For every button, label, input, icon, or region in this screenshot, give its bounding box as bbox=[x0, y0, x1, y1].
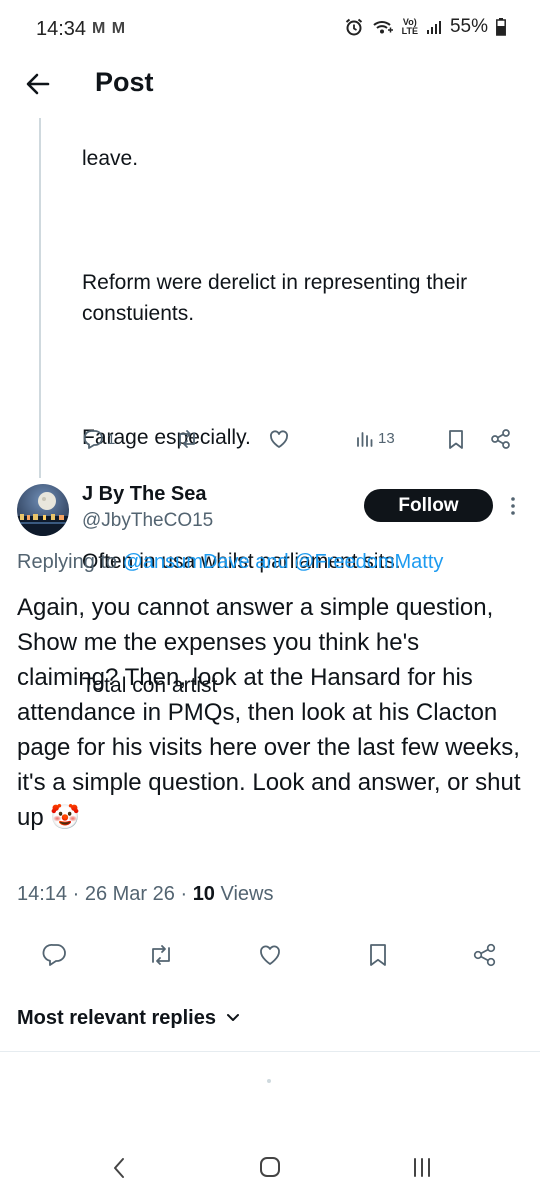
views-count: 13 bbox=[378, 429, 395, 447]
tweet-time: 14:14 bbox=[17, 883, 68, 905]
views-button[interactable]: 13 bbox=[355, 428, 395, 448]
replying-to-line: Replying to @ansumDave and @FreedomMatty bbox=[17, 551, 443, 574]
bookmark-icon bbox=[367, 942, 389, 968]
bookmark-button[interactable] bbox=[446, 428, 466, 450]
repost-button[interactable] bbox=[147, 942, 175, 968]
analytics-icon bbox=[355, 428, 375, 448]
share-button[interactable] bbox=[490, 428, 512, 450]
reply-button[interactable]: 1 bbox=[82, 428, 115, 450]
share-button[interactable] bbox=[472, 942, 498, 968]
bookmark-icon bbox=[446, 428, 466, 450]
follow-button[interactable]: Follow bbox=[364, 489, 493, 522]
nav-home-button[interactable] bbox=[259, 1156, 281, 1178]
mention-and-text: and bbox=[255, 551, 289, 573]
display-name[interactable]: J By The Sea bbox=[82, 483, 207, 506]
chevron-down-icon bbox=[226, 1010, 240, 1028]
volte-indicator: Vo) LTE bbox=[401, 17, 418, 36]
tweet-views-number: 10 bbox=[192, 883, 215, 905]
heart-icon bbox=[267, 428, 291, 450]
back-arrow-icon[interactable] bbox=[22, 68, 54, 100]
system-navigation-bar bbox=[0, 1130, 540, 1199]
status-time: 14:34 bbox=[36, 18, 87, 40]
alarm-icon bbox=[344, 17, 364, 37]
repost-icon bbox=[147, 942, 175, 968]
battery-percent: 55% bbox=[449, 16, 488, 37]
divider bbox=[0, 1051, 540, 1052]
user-handle[interactable]: @JbyTheCO15 bbox=[82, 510, 213, 532]
mention-link[interactable]: @FreedomMatty bbox=[294, 551, 443, 573]
reply-icon bbox=[42, 942, 68, 968]
mention-link[interactable]: @ansumDave bbox=[123, 551, 250, 573]
heart-icon bbox=[256, 942, 284, 968]
parent-tweet-paragraph: Reform were derelict in representing the… bbox=[82, 271, 468, 325]
loading-dot bbox=[267, 1079, 271, 1083]
header: Post bbox=[0, 60, 540, 112]
share-icon bbox=[490, 428, 512, 450]
replying-prefix: Replying to bbox=[17, 551, 118, 573]
more-options-icon[interactable] bbox=[507, 494, 519, 518]
reply-button[interactable] bbox=[42, 942, 68, 968]
reply-icon bbox=[82, 428, 104, 450]
battery-icon bbox=[496, 18, 506, 36]
repost-icon bbox=[175, 428, 199, 450]
parent-tweet-paragraph: leave. bbox=[82, 147, 139, 170]
replies-sort-dropdown[interactable]: Most relevant replies bbox=[17, 1007, 240, 1030]
nav-home-icon bbox=[259, 1156, 281, 1178]
bookmark-button[interactable] bbox=[367, 942, 389, 968]
status-bar: 14:34 M M Vo) LTE 55% bbox=[0, 0, 540, 60]
tweet-metadata: 14:14 · 26 Mar 26 · 10 Views bbox=[17, 883, 274, 905]
tweet-date: 26 Mar 26 bbox=[84, 883, 175, 905]
nav-recents-button[interactable] bbox=[412, 1156, 432, 1178]
thread-connector-line bbox=[39, 118, 41, 478]
status-indicators: Vo) LTE 55% bbox=[344, 16, 506, 38]
tweet-actions bbox=[0, 942, 540, 974]
gmail-notification-icons: M M bbox=[92, 20, 127, 37]
tweet-text: Again, you cannot answer a simple questi… bbox=[17, 594, 521, 831]
tweet-views-label: Views bbox=[220, 883, 274, 905]
like-button[interactable] bbox=[256, 942, 284, 968]
like-button[interactable] bbox=[267, 428, 291, 450]
avatar[interactable] bbox=[17, 484, 69, 536]
parent-tweet-actions: 1 13 bbox=[82, 428, 522, 458]
reply-count: 1 bbox=[107, 430, 116, 448]
wifi-calling-icon bbox=[372, 18, 394, 36]
nav-back-button[interactable] bbox=[112, 1156, 126, 1180]
nav-back-icon bbox=[112, 1156, 126, 1180]
sort-label: Most relevant replies bbox=[17, 1007, 216, 1029]
nav-recents-icon bbox=[412, 1156, 432, 1178]
signal-icon bbox=[426, 19, 442, 35]
share-icon bbox=[472, 942, 498, 968]
page-title: Post bbox=[95, 67, 154, 97]
repost-button[interactable] bbox=[175, 428, 199, 450]
